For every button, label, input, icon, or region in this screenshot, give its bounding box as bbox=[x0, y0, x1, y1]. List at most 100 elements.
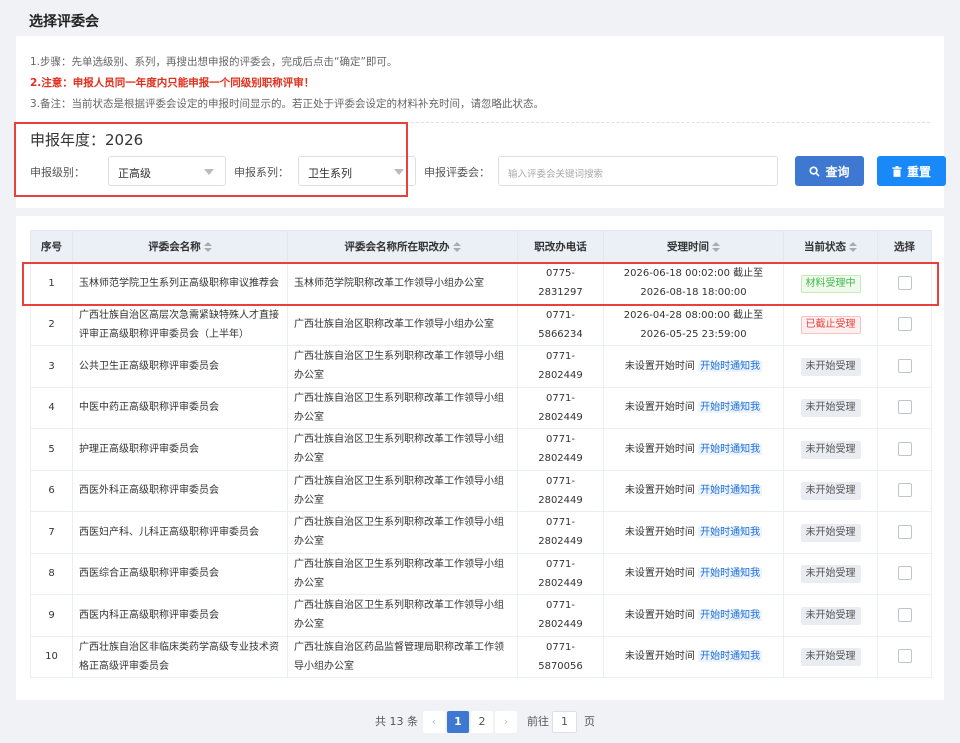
select-checkbox[interactable] bbox=[897, 649, 912, 664]
status-cell: 未开始受理 bbox=[783, 635, 878, 678]
select-cell bbox=[877, 428, 932, 471]
office-phone: 0771-2802449 bbox=[517, 469, 604, 512]
status-badge: 未开始受理 bbox=[800, 440, 861, 459]
table-row[interactable]: 4 中医中药正高级职称评审委员会 广西壮族自治区卫生系列职称改革工作领导小组办公室 0… bbox=[30, 386, 932, 429]
table-row[interactable]: 8 西医综合正高级职称评审委员会 广西壮族自治区卫生系列职称改革工作领导小组办公室 0… bbox=[30, 552, 932, 595]
table-row[interactable]: 3 公共卫生正高级职称评审委员会 广西壮族自治区卫生系列职称改革工作领导小组办公室 0… bbox=[30, 345, 932, 388]
accept-time-cell: 未设置开始时间 开始时通知我 bbox=[603, 469, 784, 512]
accept-time: 未设置开始时间 bbox=[624, 485, 695, 497]
office-name: 广西壮族自治区卫生系列职称改革工作领导小组办公室 bbox=[287, 345, 518, 388]
status-cell: 已截止受理 bbox=[783, 303, 878, 346]
query-button[interactable]: 查询 bbox=[795, 156, 864, 186]
accept-time-cell: 未设置开始时间 开始时通知我 bbox=[603, 345, 784, 388]
header-phone: 职改办电话 bbox=[517, 230, 604, 263]
accept-time: 未设置开始时间 bbox=[624, 651, 695, 663]
office-name: 广西壮族自治区卫生系列职称改革工作领导小组办公室 bbox=[287, 428, 518, 471]
row-no: 5 bbox=[30, 428, 73, 471]
table-row[interactable]: 6 西医外科正高级职称评审委员会 广西壮族自治区卫生系列职称改革工作领导小组办公室 0… bbox=[30, 469, 932, 512]
accept-time-cell: 未设置开始时间 开始时通知我 bbox=[603, 511, 784, 554]
reset-button[interactable]: 重置 bbox=[877, 156, 946, 186]
status-cell: 未开始受理 bbox=[783, 469, 878, 512]
select-cell bbox=[877, 552, 932, 595]
header-select: 选择 bbox=[877, 230, 932, 263]
status-cell: 未开始受理 bbox=[783, 552, 878, 595]
row-no: 8 bbox=[30, 552, 73, 595]
row-no: 9 bbox=[30, 594, 73, 637]
notify-me-link[interactable]: 开始时通知我 bbox=[698, 609, 763, 621]
office-phone: 0771-2802449 bbox=[517, 345, 604, 388]
status-badge: 未开始受理 bbox=[800, 357, 861, 376]
office-name: 广西壮族自治区卫生系列职称改革工作领导小组办公室 bbox=[287, 386, 518, 429]
page-button-1[interactable]: 1 bbox=[447, 711, 469, 733]
next-page-button[interactable]: › bbox=[495, 711, 517, 733]
header-no: 序号 bbox=[30, 230, 73, 263]
office-phone: 0771-2802449 bbox=[517, 594, 604, 637]
committee-search-input[interactable]: 输入评委会关键词搜索 bbox=[498, 156, 778, 186]
select-checkbox[interactable] bbox=[897, 524, 912, 539]
notify-me-link[interactable]: 开始时通知我 bbox=[698, 568, 763, 580]
office-phone: 0771-5870056 bbox=[517, 635, 604, 678]
query-button-label: 查询 bbox=[825, 164, 850, 179]
accept-time: 未设置开始时间 bbox=[624, 568, 695, 580]
page-title: 选择评委会 bbox=[29, 14, 99, 30]
status-cell: 未开始受理 bbox=[783, 594, 878, 637]
table-row[interactable]: 7 西医妇产科、儿科正高级职称评审委员会 广西壮族自治区卫生系列职称改革工作领导小组… bbox=[30, 511, 932, 554]
accept-time-cell: 2026-04-28 08:00:00 截止至 2026-05-25 23:59… bbox=[603, 303, 784, 346]
table-row[interactable]: 5 护理正高级职称评审委员会 广西壮族自治区卫生系列职称改革工作领导小组办公室 077… bbox=[30, 428, 932, 471]
page-button-2[interactable]: 2 bbox=[471, 711, 493, 733]
table-row[interactable]: 2 广西壮族自治区高层次急需紧缺特殊人才直接评审正高级职称评审委员会（上半年） 广西… bbox=[30, 303, 932, 346]
status-badge: 已截止受理 bbox=[800, 316, 861, 335]
reset-button-label: 重置 bbox=[906, 164, 931, 179]
status-badge: 未开始受理 bbox=[800, 565, 861, 584]
select-checkbox[interactable] bbox=[897, 566, 912, 581]
select-cell bbox=[877, 303, 932, 346]
office-phone: 0771-2802449 bbox=[517, 511, 604, 554]
header-time[interactable]: 受理时间 bbox=[603, 230, 784, 263]
notify-me-link[interactable]: 开始时通知我 bbox=[698, 443, 763, 455]
header-office[interactable]: 评委会名称所在职改办 bbox=[287, 230, 518, 263]
select-cell bbox=[877, 511, 932, 554]
row-no: 6 bbox=[30, 469, 73, 512]
total-count: 共 13 条 bbox=[375, 715, 418, 728]
select-checkbox[interactable] bbox=[897, 607, 912, 622]
table-row[interactable]: 10 广西壮族自治区非临床类药学高级专业技术资格正高级评审委员会 广西壮族自治区药品… bbox=[30, 635, 932, 678]
sort-icon[interactable] bbox=[452, 242, 461, 252]
select-checkbox[interactable] bbox=[897, 400, 912, 415]
office-name: 广西壮族自治区卫生系列职称改革工作领导小组办公室 bbox=[287, 552, 518, 595]
header-status[interactable]: 当前状态 bbox=[783, 230, 878, 263]
committee-name: 中医中药正高级职称评审委员会 bbox=[72, 386, 288, 429]
accept-time: 2026-04-28 08:00:00 截止至 2026-05-25 23:59… bbox=[623, 309, 764, 340]
notify-me-link[interactable]: 开始时通知我 bbox=[698, 526, 763, 538]
select-checkbox[interactable] bbox=[897, 317, 912, 332]
status-cell: 未开始受理 bbox=[783, 511, 878, 554]
sort-icon[interactable] bbox=[712, 242, 720, 252]
table-header-row: 序号 评委会名称 评委会名称所在职改办 职改办电话 受理时间 当前状态 选择 bbox=[30, 230, 932, 263]
note-step: 1.步骤：先单选级别、系列，再搜出想申报的评委会，完成后点击“确定”即可。 bbox=[30, 56, 398, 68]
notify-me-link[interactable]: 开始时通知我 bbox=[698, 402, 763, 414]
select-cell bbox=[877, 635, 932, 678]
notify-me-link[interactable]: 开始时通知我 bbox=[698, 485, 763, 497]
office-phone: 0771-2802449 bbox=[517, 552, 604, 595]
office-name: 广西壮族自治区职称改革工作领导小组办公室 bbox=[287, 303, 518, 346]
header-name[interactable]: 评委会名称 bbox=[72, 230, 288, 263]
select-checkbox[interactable] bbox=[897, 483, 912, 498]
goto-page-input[interactable]: 1 bbox=[552, 711, 577, 733]
committee-name: 西医妇产科、儿科正高级职称评审委员会 bbox=[72, 511, 288, 554]
trash-icon bbox=[892, 165, 902, 177]
row-no: 2 bbox=[30, 303, 73, 346]
sort-icon[interactable] bbox=[203, 242, 212, 252]
notify-me-link[interactable]: 开始时通知我 bbox=[698, 651, 763, 663]
table-row[interactable]: 9 西医内科正高级职称评审委员会 广西壮族自治区卫生系列职称改革工作领导小组办公室 0… bbox=[30, 594, 932, 637]
accept-time: 未设置开始时间 bbox=[624, 526, 695, 538]
select-checkbox[interactable] bbox=[897, 441, 912, 456]
note-remark: 3.备注：当前状态是根据评委会设定的申报时间显示的。若正处于评委会设定的材料补充… bbox=[30, 98, 545, 110]
prev-page-button[interactable]: ‹ bbox=[423, 711, 445, 733]
accept-time-cell: 未设置开始时间 开始时通知我 bbox=[603, 635, 784, 678]
notify-me-link[interactable]: 开始时通知我 bbox=[698, 360, 763, 372]
sort-icon[interactable] bbox=[849, 242, 857, 252]
select-checkbox[interactable] bbox=[897, 358, 912, 373]
accept-time: 未设置开始时间 bbox=[624, 609, 695, 621]
search-placeholder: 输入评委会关键词搜索 bbox=[508, 169, 604, 180]
committee-name: 西医综合正高级职称评审委员会 bbox=[72, 552, 288, 595]
office-name: 广西壮族自治区卫生系列职称改革工作领导小组办公室 bbox=[287, 511, 518, 554]
